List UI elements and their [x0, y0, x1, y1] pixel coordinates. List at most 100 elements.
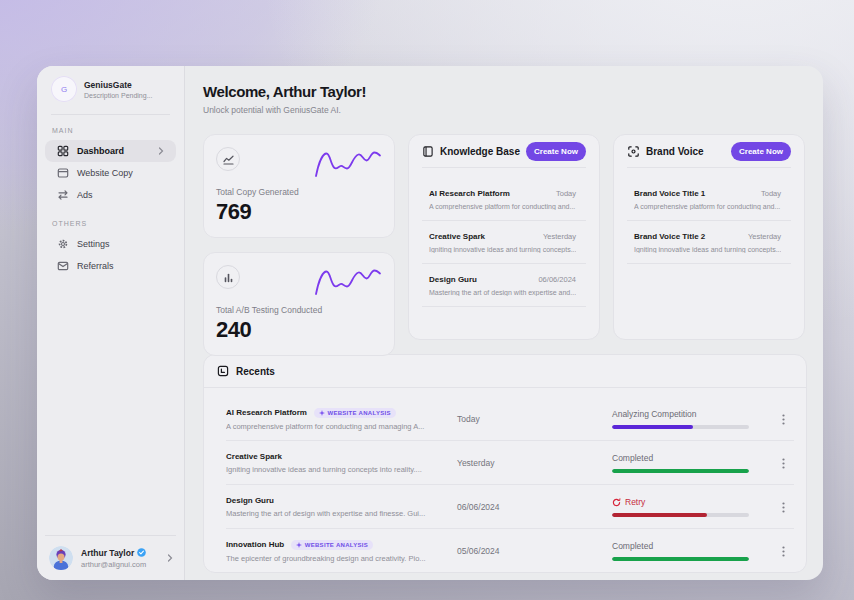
row-menu-button[interactable]: [770, 502, 796, 513]
brand-description: Description Pending...: [84, 92, 152, 99]
recent-title: Creative Spark: [226, 452, 282, 461]
item-date: Yesterday: [748, 232, 781, 241]
stat-value: 769: [216, 199, 382, 225]
sidebar-item-label: Settings: [77, 239, 110, 249]
sidebar-item-website-copy[interactable]: Website Copy: [45, 162, 176, 184]
recent-row[interactable]: Innovation Hub WEBSITE ANALYSIS The epic…: [204, 529, 806, 573]
item-description: Igniting innovative ideas and turning co…: [634, 246, 781, 253]
row-menu-button[interactable]: [770, 414, 796, 425]
brand-voice-item[interactable]: Brand Voice Title 1Today A comprehensive…: [627, 168, 791, 221]
recents-icon: [217, 365, 229, 377]
sparkle-icon: [319, 410, 325, 416]
recent-date: Yesterday: [457, 458, 612, 468]
progress-bar: [612, 469, 749, 473]
knowledge-item[interactable]: Design Guru 06/06/2024 Mastering the art …: [422, 264, 586, 307]
brand-name: GeniusGate: [84, 80, 152, 90]
website-analysis-badge: WEBSITE ANALYSIS: [314, 408, 396, 418]
recent-row[interactable]: AI Research Platform WEBSITE ANALYSIS A …: [204, 388, 806, 441]
progress-bar: [612, 513, 749, 517]
browser-icon: [57, 167, 69, 179]
chevron-right-icon: [158, 147, 164, 155]
item-description: Igniting innovative ideas and turning co…: [429, 246, 576, 253]
item-description: Mastering the art of design with experti…: [429, 289, 576, 296]
sparkle-icon: [296, 542, 302, 548]
recent-date: Today: [457, 414, 612, 424]
book-icon: [422, 145, 434, 158]
nav-section-main: MAIN: [52, 127, 169, 134]
recent-status: Completed: [612, 453, 770, 463]
nav-section-others: OTHERS: [52, 220, 169, 227]
brand-voice-card: Brand Voice Create Now Brand Voice Title…: [613, 134, 805, 340]
progress-bar: [612, 557, 749, 561]
stat-label: Total Copy Generated: [216, 187, 382, 197]
item-date: Today: [761, 189, 781, 198]
sidebar-item-dashboard[interactable]: Dashboard: [45, 140, 176, 162]
verified-icon: [137, 548, 146, 557]
row-menu-button[interactable]: [770, 546, 796, 557]
app-window: G GeniusGate Description Pending... MAIN…: [37, 66, 823, 580]
item-date: Today: [556, 189, 576, 198]
sidebar-item-label: Dashboard: [77, 146, 124, 156]
knowledge-item[interactable]: AI Research Platform Today A comprehensiv…: [422, 168, 586, 221]
profile-email: arthur@alignui.com: [81, 560, 146, 569]
page-subtitle: Unlock potential with GeniusGate AI.: [203, 105, 807, 115]
stat-card-ab-testing: Total A/B Testing Conducted 240: [203, 252, 395, 356]
recent-title: Design Guru: [226, 496, 274, 505]
user-profile[interactable]: Arthur Taylor arthur@alignui.com: [45, 535, 176, 570]
item-description: A comprehensive platform for conducting …: [429, 203, 576, 210]
panel-title: Brand Voice: [646, 146, 704, 157]
sidebar-item-label: Website Copy: [77, 168, 133, 178]
brand-voice-item[interactable]: Brand Voice Title 2 Yesterday Igniting in…: [627, 221, 791, 264]
item-description: A comprehensive platform for conducting …: [634, 203, 781, 210]
profile-name: Arthur Taylor: [81, 548, 146, 558]
recent-title: Innovation Hub: [226, 540, 284, 549]
knowledge-base-card: Knowledge Base Create Now AI Research Pl…: [408, 134, 600, 340]
create-knowledge-button[interactable]: Create Now: [526, 142, 586, 161]
item-title: Design Guru: [429, 275, 477, 284]
grid-icon: [57, 145, 69, 157]
knowledge-item[interactable]: Creative SparkYesterday Igniting innovat…: [422, 221, 586, 264]
panel-title: Knowledge Base: [440, 146, 520, 157]
item-title: AI Research Platform: [429, 189, 510, 198]
create-brand-voice-button[interactable]: Create Now: [731, 142, 791, 161]
chevron-right-icon: [167, 554, 173, 562]
recents-title: Recents: [236, 366, 275, 377]
brand[interactable]: G GeniusGate Description Pending...: [45, 74, 176, 104]
recent-description: The epicenter of groundbreaking design a…: [226, 554, 451, 563]
sidebar-item-label: Referrals: [77, 261, 114, 271]
sidebar-item-ads[interactable]: Ads: [45, 184, 176, 206]
recent-status-retry[interactable]: Retry: [612, 497, 770, 507]
recent-description: A comprehensive platform for conducting …: [226, 422, 451, 431]
profile-name-text: Arthur Taylor: [81, 548, 134, 558]
progress-bar: [612, 425, 749, 429]
item-date: Yesterday: [543, 232, 576, 241]
recent-row[interactable]: Design Guru Mastering the art of design …: [204, 485, 806, 529]
stat-value: 240: [216, 317, 382, 343]
stat-card-copy-generated: Total Copy Generated 769: [203, 134, 395, 238]
retry-icon: [612, 498, 621, 507]
badge-label: WEBSITE ANALYSIS: [327, 410, 390, 416]
recent-status: Completed: [612, 541, 770, 551]
sidebar-item-referrals[interactable]: Referrals: [45, 255, 176, 277]
page-title: Welcome, Arthur Taylor!: [203, 83, 807, 100]
badge-label: WEBSITE ANALYSIS: [305, 542, 368, 548]
recent-description: Mastering the art of design with experti…: [226, 509, 451, 518]
recent-description: Igniting innovative ideas and turning co…: [226, 465, 451, 474]
sparkline-chart: [314, 266, 382, 296]
recent-date: 06/06/2024: [457, 502, 612, 512]
sidebar-divider: [51, 114, 170, 115]
recent-row[interactable]: Creative Spark Igniting innovative ideas…: [204, 441, 806, 485]
sidebar-item-settings[interactable]: Settings: [45, 233, 176, 255]
item-title: Brand Voice Title 2: [634, 232, 705, 241]
bar-chart-icon: [216, 265, 240, 289]
recent-status: Analyzing Competition: [612, 409, 770, 419]
recent-date: 05/06/2024: [457, 546, 612, 556]
sidebar-item-label: Ads: [77, 190, 93, 200]
gear-icon: [57, 238, 69, 250]
main-content: Welcome, Arthur Taylor! Unlock potential…: [185, 66, 823, 580]
row-menu-button[interactable]: [770, 458, 796, 469]
scan-icon: [627, 145, 640, 158]
website-analysis-badge: WEBSITE ANALYSIS: [291, 540, 373, 550]
recents-card: Recents AI Research Platform WEBSITE ANA…: [203, 354, 807, 573]
item-date: 06/06/2024: [538, 275, 576, 284]
